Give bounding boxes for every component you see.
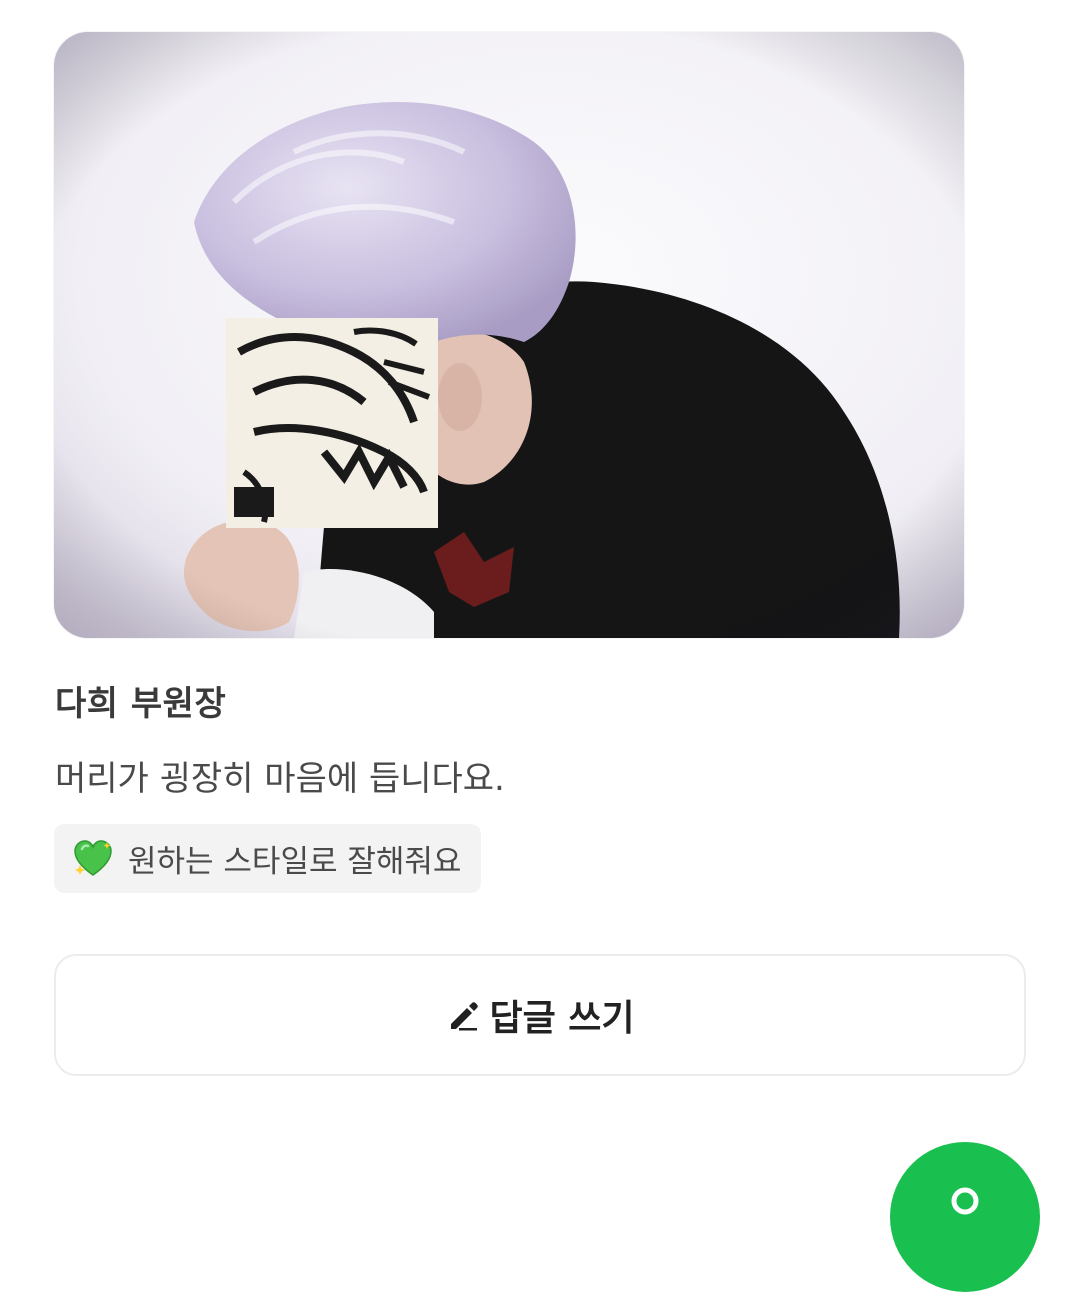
write-reply-label: 답글 쓰기: [489, 998, 635, 1039]
review-photo[interactable]: [54, 32, 964, 638]
review-tag-label: 원하는 스타일로 잘해줘요: [128, 844, 462, 880]
pencil-icon: [445, 998, 479, 1032]
reviewer-name: 다희 부원장: [55, 684, 227, 724]
review-photo-illustration: [54, 32, 964, 638]
write-reply-button[interactable]: 답글 쓰기: [54, 954, 1026, 1076]
review-tag-chip: 원하는 스타일로 잘해줘요: [54, 824, 482, 893]
floating-chat-button[interactable]: [890, 1142, 1040, 1292]
chat-icon: [948, 1184, 982, 1218]
sparkling-green-heart-icon: [72, 838, 114, 880]
review-text: 머리가 굉장히 마음에 듭니다요.: [55, 759, 505, 799]
